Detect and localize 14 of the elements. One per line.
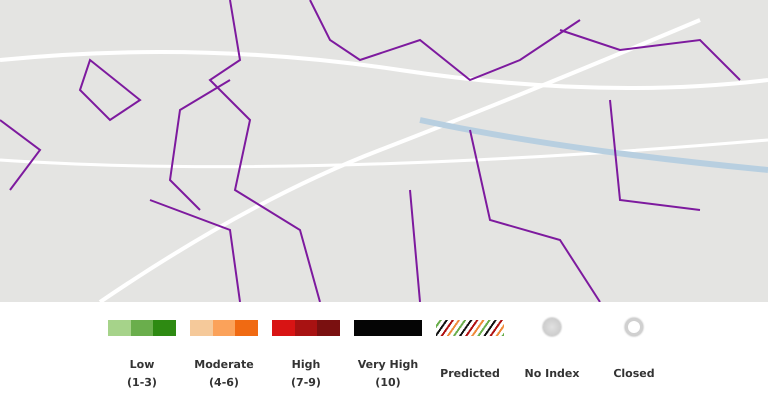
legend-label: Low: [130, 357, 154, 373]
hatched-swatch: [436, 320, 504, 336]
legend-label: Moderate: [194, 357, 254, 373]
legend-range: (7-9): [291, 375, 321, 391]
legend-range: (10): [375, 375, 401, 391]
legend-range: (4-6): [209, 375, 239, 391]
ring-icon: [625, 318, 643, 336]
filled-circle-icon: [543, 318, 561, 336]
legend-label: Closed: [613, 366, 655, 382]
legend-label: No Index: [524, 366, 580, 382]
legend-label: High: [292, 357, 320, 373]
legend-range: (1-3): [127, 375, 157, 391]
legend-label: Predicted: [440, 366, 500, 382]
legend-label: Very High: [358, 357, 418, 373]
